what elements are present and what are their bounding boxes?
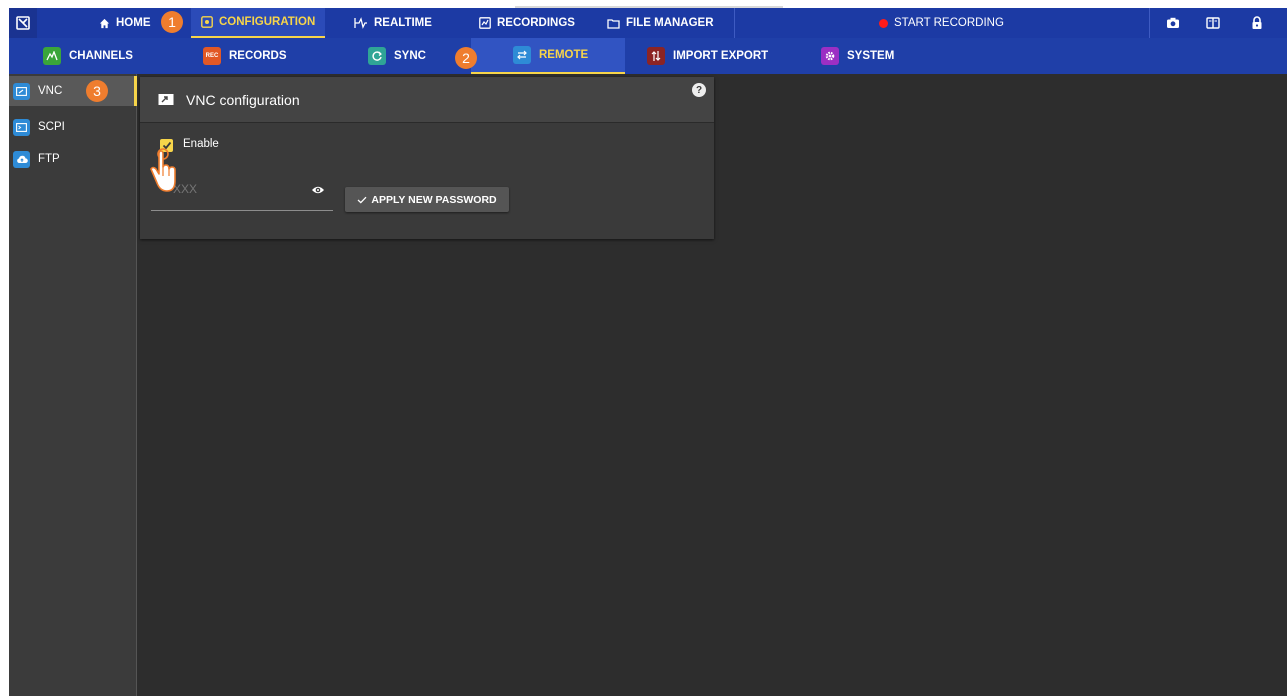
configuration-icon — [201, 16, 213, 28]
remote-sidebar: VNC SCPI FTP — [9, 74, 137, 696]
step-marker: 1 — [161, 11, 183, 33]
sidebar-item-scpi[interactable]: SCPI — [9, 112, 137, 142]
records-icon: REC — [203, 47, 221, 65]
app-logo-icon[interactable] — [9, 8, 37, 38]
channels-icon — [43, 47, 61, 65]
lock-button[interactable] — [1237, 8, 1277, 38]
realtime-icon — [354, 17, 367, 29]
help-icon[interactable]: ? — [692, 83, 706, 97]
sync-icon — [368, 47, 386, 65]
tab-records[interactable]: REC RECORDS — [189, 38, 301, 74]
sidebar-item-label: FTP — [38, 153, 60, 165]
cloud-upload-icon — [13, 150, 30, 168]
nav-configuration-label: CONFIGURATION — [219, 16, 316, 28]
screenshot-button[interactable] — [1153, 8, 1193, 38]
enable-label: Enable — [183, 138, 219, 150]
import-export-icon — [647, 47, 665, 65]
tab-system-label: SYSTEM — [847, 50, 895, 62]
tab-system[interactable]: SYSTEM — [807, 38, 908, 74]
nav-configuration[interactable]: CONFIGURATION — [191, 8, 326, 38]
pointing-hand-icon — [150, 148, 176, 192]
camera-icon — [1167, 17, 1179, 28]
nav-home[interactable]: HOME — [89, 8, 161, 38]
tab-remote-label: REMOTE — [539, 49, 589, 61]
tab-import-export[interactable]: IMPORT EXPORT — [633, 38, 782, 74]
tab-records-label: RECORDS — [229, 50, 287, 62]
top-nav-bar: HOME CONFIGURATION REALTIME RECORDINGS F… — [9, 8, 1287, 38]
sidebar-item-vnc[interactable]: VNC — [9, 76, 137, 106]
home-icon — [99, 18, 110, 28]
check-icon — [357, 196, 367, 204]
nav-recordings-label: RECORDINGS — [497, 17, 575, 29]
record-dot-icon — [879, 18, 888, 28]
panel-header: VNC configuration — [140, 77, 714, 123]
sub-nav-bar: CHANNELS REC RECORDS SYNC REMOTE IMPORT … — [9, 38, 1287, 74]
tab-remote[interactable]: REMOTE — [471, 38, 625, 74]
sidebar-item-label: VNC — [38, 85, 63, 97]
topbar-divider — [1149, 8, 1150, 38]
tab-import-export-label: IMPORT EXPORT — [673, 50, 769, 62]
tab-channels-label: CHANNELS — [69, 50, 133, 62]
lock-icon — [1252, 16, 1262, 29]
topbar-divider — [734, 8, 735, 38]
gear-icon — [821, 47, 839, 65]
eye-icon[interactable] — [311, 185, 325, 195]
folder-icon — [607, 18, 620, 29]
nav-home-label: HOME — [116, 17, 151, 29]
nav-recordings[interactable]: RECORDINGS — [469, 8, 585, 38]
terminal-icon — [13, 118, 30, 136]
sidebar-item-ftp[interactable]: FTP — [9, 144, 137, 174]
remote-icon — [513, 46, 531, 64]
nav-file-manager[interactable]: FILE MANAGER — [597, 8, 724, 38]
step-marker: 3 — [86, 80, 108, 102]
tab-channels[interactable]: CHANNELS — [29, 38, 147, 74]
vnc-configuration-panel: VNC configuration ? Enable APPLY NEW PAS… — [140, 77, 714, 239]
apply-password-button[interactable]: APPLY NEW PASSWORD — [345, 187, 509, 212]
book-icon — [1206, 17, 1220, 29]
vnc-screen-icon — [158, 94, 174, 105]
tab-sync-label: SYNC — [394, 50, 426, 62]
recordings-icon — [479, 17, 491, 29]
start-recording-button[interactable]: START RECORDING — [869, 8, 1014, 38]
tab-sync[interactable]: SYNC — [354, 38, 440, 74]
app-window: HOME CONFIGURATION REALTIME RECORDINGS F… — [9, 8, 1287, 696]
nav-realtime-label: REALTIME — [374, 17, 432, 29]
password-field — [151, 171, 333, 211]
start-recording-label: START RECORDING — [894, 17, 1004, 29]
apply-password-label: APPLY NEW PASSWORD — [371, 193, 497, 206]
vnc-icon — [13, 82, 30, 100]
step-marker: 2 — [455, 47, 477, 69]
nav-realtime[interactable]: REALTIME — [344, 8, 442, 38]
panel-title: VNC configuration — [186, 91, 300, 108]
sidebar-item-label: SCPI — [38, 121, 65, 133]
nav-file-manager-label: FILE MANAGER — [626, 17, 714, 29]
manual-button[interactable] — [1193, 8, 1233, 38]
